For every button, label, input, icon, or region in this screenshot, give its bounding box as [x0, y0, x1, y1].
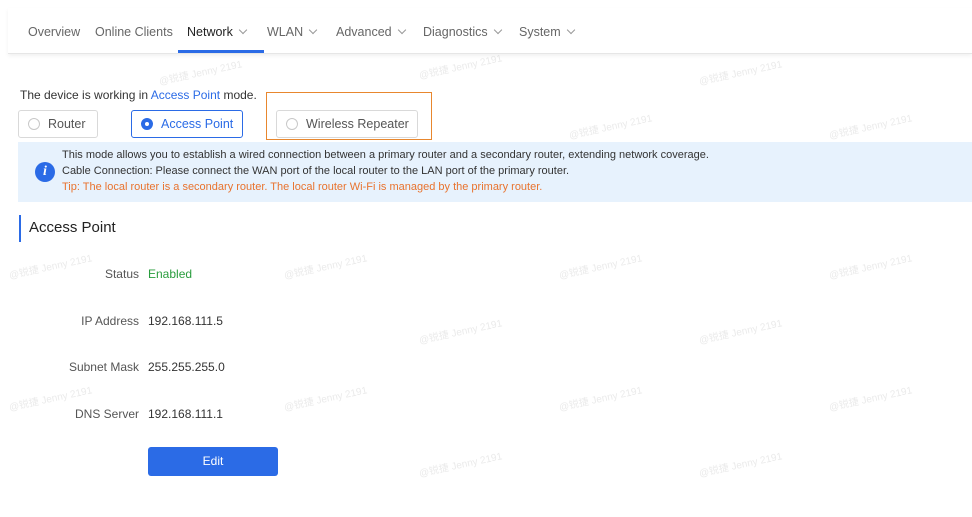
chevron-down-icon	[238, 25, 248, 35]
ip-address-value: 192.168.111.5	[148, 314, 223, 328]
watermark: @锐捷 Jenny 2191	[828, 253, 914, 282]
chevron-down-icon	[308, 25, 318, 35]
radio-circle-icon	[28, 118, 40, 130]
nav-online-clients[interactable]: Online Clients	[95, 25, 173, 39]
watermark: @锐捷 Jenny 2191	[8, 253, 94, 282]
dns-server-value: 192.168.111.1	[148, 407, 223, 421]
chevron-down-icon	[493, 25, 502, 35]
nav-system-label: System	[519, 25, 561, 39]
watermark: @锐捷 Jenny 2191	[283, 253, 369, 282]
watermark: @锐捷 Jenny 2191	[558, 253, 644, 282]
watermark: @锐捷 Jenny 2191	[158, 59, 244, 88]
section-title: Access Point	[29, 219, 116, 236]
watermark: @锐捷 Jenny 2191	[698, 318, 784, 347]
status-value: Enabled	[148, 267, 193, 281]
subnet-mask-value: 255.255.255.0	[148, 360, 225, 374]
nav-advanced[interactable]: Advanced	[336, 25, 406, 39]
mode-suffix: mode.	[220, 88, 257, 102]
watermark: @锐捷 Jenny 2191	[568, 113, 654, 142]
watermark: @锐捷 Jenny 2191	[418, 318, 504, 347]
nav-advanced-label: Advanced	[336, 25, 392, 39]
watermark: @锐捷 Jenny 2191	[698, 59, 784, 88]
page: Overview Online Clients Network WLAN Adv…	[8, 8, 972, 517]
chevron-down-icon	[397, 25, 406, 35]
radio-router-label: Router	[48, 117, 86, 131]
info-line-2: Cable Connection: Please connect the WAN…	[62, 165, 570, 177]
annotation-highlight	[266, 92, 432, 140]
watermark: @锐捷 Jenny 2191	[558, 385, 644, 414]
section-accent-bar	[19, 215, 21, 242]
edit-button[interactable]: Edit	[148, 447, 278, 476]
top-nav: Overview Online Clients Network WLAN Adv…	[8, 8, 972, 54]
nav-wlan-label: WLAN	[267, 25, 304, 39]
radio-selected-icon	[141, 118, 153, 130]
radio-access-point-label: Access Point	[161, 117, 234, 131]
watermark: @锐捷 Jenny 2191	[698, 451, 784, 480]
nav-diagnostics[interactable]: Diagnostics	[423, 25, 502, 39]
mode-prefix: The device is working in	[20, 88, 151, 102]
mode-description: The device is working in Access Point mo…	[20, 88, 257, 102]
watermark: @锐捷 Jenny 2191	[418, 451, 504, 480]
radio-access-point[interactable]: Access Point	[131, 110, 243, 138]
watermark: @锐捷 Jenny 2191	[418, 53, 504, 82]
current-mode: Access Point	[150, 88, 221, 102]
watermark: @锐捷 Jenny 2191	[283, 385, 369, 414]
nav-online-clients-label: Online Clients	[95, 25, 173, 39]
dns-server-label: DNS Server	[74, 407, 139, 421]
watermark: @锐捷 Jenny 2191	[828, 385, 914, 414]
chevron-down-icon	[566, 25, 575, 35]
info-banner: i This mode allows you to establish a wi…	[18, 142, 972, 202]
nav-network[interactable]: Network	[187, 25, 248, 39]
subnet-mask-label: Subnet Mask	[68, 360, 139, 374]
status-label: Status	[104, 267, 139, 281]
watermark: @锐捷 Jenny 2191	[828, 113, 914, 142]
radio-router[interactable]: Router	[18, 110, 98, 138]
info-line-1: This mode allows you to establish a wire…	[62, 149, 709, 161]
nav-network-label: Network	[187, 25, 233, 39]
ip-address-label: IP Address	[81, 314, 139, 328]
nav-wlan[interactable]: WLAN	[267, 25, 318, 39]
info-icon: i	[35, 162, 55, 182]
nav-diagnostics-label: Diagnostics	[423, 25, 488, 39]
nav-system[interactable]: System	[519, 25, 575, 39]
info-tip: Tip: The local router is a secondary rou…	[62, 181, 543, 193]
nav-overview-label: Overview	[28, 25, 81, 39]
nav-active-indicator	[178, 50, 264, 53]
nav-overview[interactable]: Overview	[28, 25, 80, 39]
